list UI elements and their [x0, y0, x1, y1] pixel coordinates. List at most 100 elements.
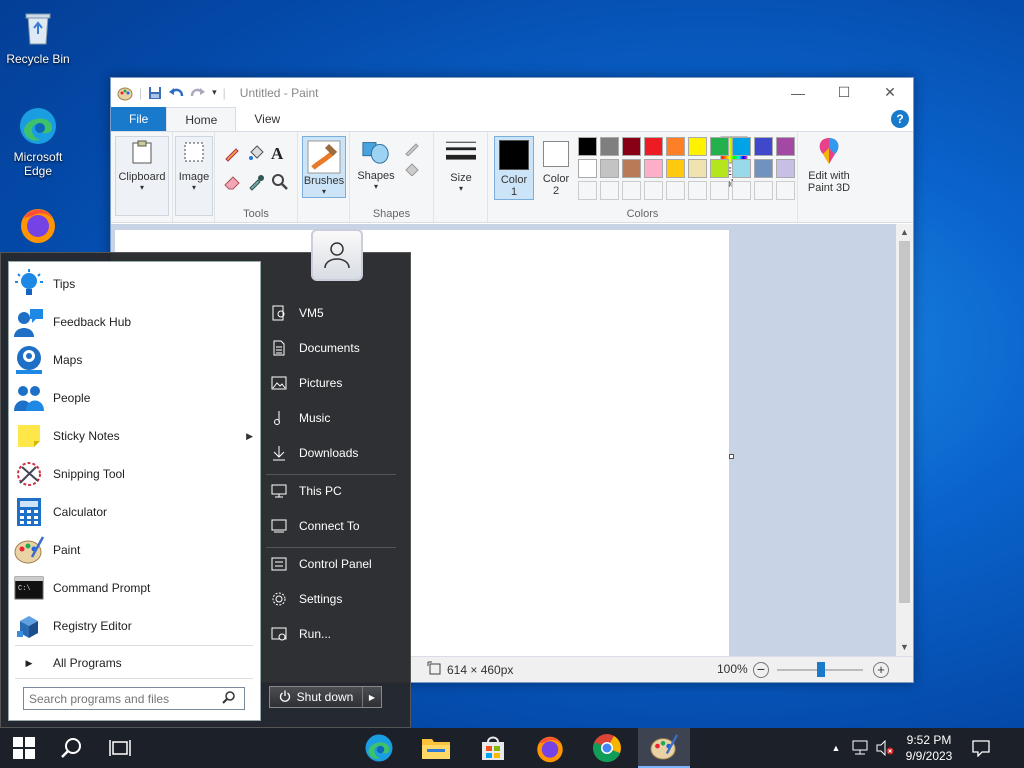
color2-button[interactable]: Color 2	[536, 136, 576, 200]
palette-swatch[interactable]	[600, 137, 619, 156]
program-calculator[interactable]: Calculator	[13, 494, 253, 530]
shutdown-options-arrow[interactable]: ▶	[363, 687, 381, 707]
link-connect-to[interactable]: Connect To	[269, 512, 399, 540]
resize-handle[interactable]	[729, 454, 734, 459]
desktop-icon-firefox[interactable]	[0, 204, 76, 248]
palette-swatch[interactable]	[578, 159, 597, 178]
size-button[interactable]: Size ▾	[440, 138, 482, 204]
palette-swatch[interactable]	[666, 137, 685, 156]
search-icon[interactable]	[222, 690, 236, 707]
image-button[interactable]: Image ▾	[175, 136, 213, 216]
palette-swatch[interactable]	[622, 181, 641, 200]
palette-swatch[interactable]	[666, 159, 685, 178]
program-people[interactable]: People	[13, 380, 253, 416]
taskbar-firefox[interactable]	[528, 728, 572, 768]
palette-swatch[interactable]	[776, 181, 795, 200]
search-input[interactable]	[24, 691, 220, 706]
program-paint[interactable]: Paint	[13, 532, 253, 568]
link-control-panel[interactable]: Control Panel	[269, 550, 399, 578]
outline-icon[interactable]	[404, 142, 424, 159]
zoom-slider-thumb[interactable]	[817, 662, 825, 677]
task-view-button[interactable]	[98, 728, 142, 768]
link-music[interactable]: Music	[269, 404, 399, 432]
clock[interactable]: 9:52 PM 9/9/2023	[898, 728, 960, 768]
palette-swatch[interactable]	[644, 137, 663, 156]
color-picker-icon[interactable]	[247, 173, 271, 194]
program-snipping-tool[interactable]: Snipping Tool	[13, 456, 253, 492]
program-command-prompt[interactable]: C:\ Command Prompt	[13, 570, 253, 606]
scroll-up-icon[interactable]: ▲	[896, 224, 913, 241]
link-downloads[interactable]: Downloads	[269, 439, 399, 467]
palette-swatch[interactable]	[622, 159, 641, 178]
palette-swatch[interactable]	[754, 137, 773, 156]
palette-swatch[interactable]	[644, 181, 663, 200]
palette-swatch[interactable]	[754, 159, 773, 178]
palette-swatch[interactable]	[754, 181, 773, 200]
tab-view[interactable]: View	[236, 107, 298, 131]
save-icon[interactable]	[148, 86, 162, 100]
link-run[interactable]: Run...	[269, 620, 399, 648]
volume-muted-icon[interactable]	[874, 728, 896, 768]
palette-swatch[interactable]	[732, 181, 751, 200]
palette-swatch[interactable]	[732, 159, 751, 178]
maximize-button[interactable]: ☐	[821, 78, 867, 107]
palette-swatch[interactable]	[776, 159, 795, 178]
text-icon[interactable]: A	[271, 144, 295, 165]
program-maps[interactable]: Maps	[13, 342, 253, 378]
palette-swatch[interactable]	[644, 159, 663, 178]
color1-button[interactable]: Color 1	[494, 136, 534, 200]
palette-swatch[interactable]	[710, 137, 729, 156]
palette-swatch[interactable]	[578, 137, 597, 156]
minimize-button[interactable]: —	[775, 78, 821, 107]
close-button[interactable]: ✕	[867, 78, 913, 107]
palette-swatch[interactable]	[710, 159, 729, 178]
shapes-button[interactable]: Shapes ▾	[354, 136, 398, 202]
palette-swatch[interactable]	[688, 181, 707, 200]
customize-quick-access-icon[interactable]: ▾	[212, 87, 217, 98]
all-programs[interactable]: ▶ All Programs	[13, 650, 253, 676]
taskbar-store[interactable]	[471, 728, 515, 768]
program-sticky-notes[interactable]: Sticky Notes ▶	[13, 418, 253, 454]
tab-file[interactable]: File	[111, 107, 167, 131]
palette-swatch[interactable]	[710, 181, 729, 200]
palette-swatch[interactable]	[578, 181, 597, 200]
clipboard-button[interactable]: Clipboard ▾	[115, 136, 169, 216]
taskbar-edge[interactable]	[357, 728, 401, 768]
program-feedback-hub[interactable]: Feedback Hub	[13, 304, 253, 340]
taskbar-file-explorer[interactable]	[414, 728, 458, 768]
fill-icon[interactable]	[247, 144, 271, 165]
link-vm5[interactable]: VM5	[269, 299, 399, 327]
desktop-icon-edge[interactable]: Microsoft Edge	[0, 106, 76, 178]
eraser-icon[interactable]	[223, 173, 247, 194]
shape-fill-icon[interactable]	[404, 162, 424, 179]
taskbar-chrome[interactable]	[585, 728, 629, 768]
notifications-icon[interactable]	[966, 728, 996, 768]
palette-swatch[interactable]	[688, 137, 707, 156]
scroll-thumb[interactable]	[899, 241, 910, 603]
brushes-button[interactable]: Brushes ▾	[302, 136, 346, 198]
palette-swatch[interactable]	[688, 159, 707, 178]
zoom-out-icon[interactable]: −	[753, 662, 769, 678]
redo-icon[interactable]	[190, 86, 206, 100]
program-registry-editor[interactable]: Registry Editor	[13, 608, 253, 644]
palette-swatch[interactable]	[732, 137, 751, 156]
undo-icon[interactable]	[168, 86, 184, 100]
taskbar-paint[interactable]	[638, 728, 690, 768]
edit-with-paint3d-button[interactable]: Edit with Paint 3D	[800, 136, 858, 200]
palette-swatch[interactable]	[600, 181, 619, 200]
palette-swatch[interactable]	[776, 137, 795, 156]
link-this-pc[interactable]: This PC	[269, 477, 399, 505]
network-icon[interactable]	[848, 728, 872, 768]
link-settings[interactable]: Settings	[269, 585, 399, 613]
palette-swatch[interactable]	[622, 137, 641, 156]
zoom-in-icon[interactable]: +	[873, 662, 889, 678]
link-pictures[interactable]: Pictures	[269, 369, 399, 397]
magnifier-icon[interactable]	[271, 173, 295, 194]
start-button[interactable]	[0, 728, 48, 768]
tab-home[interactable]: Home	[166, 107, 237, 131]
shutdown-button[interactable]: Shut down	[270, 687, 363, 707]
vertical-scrollbar[interactable]: ▲ ▼	[896, 224, 913, 656]
program-tips[interactable]: Tips	[13, 266, 253, 302]
search-taskbar-button[interactable]	[50, 728, 94, 768]
search-box[interactable]	[23, 687, 245, 710]
